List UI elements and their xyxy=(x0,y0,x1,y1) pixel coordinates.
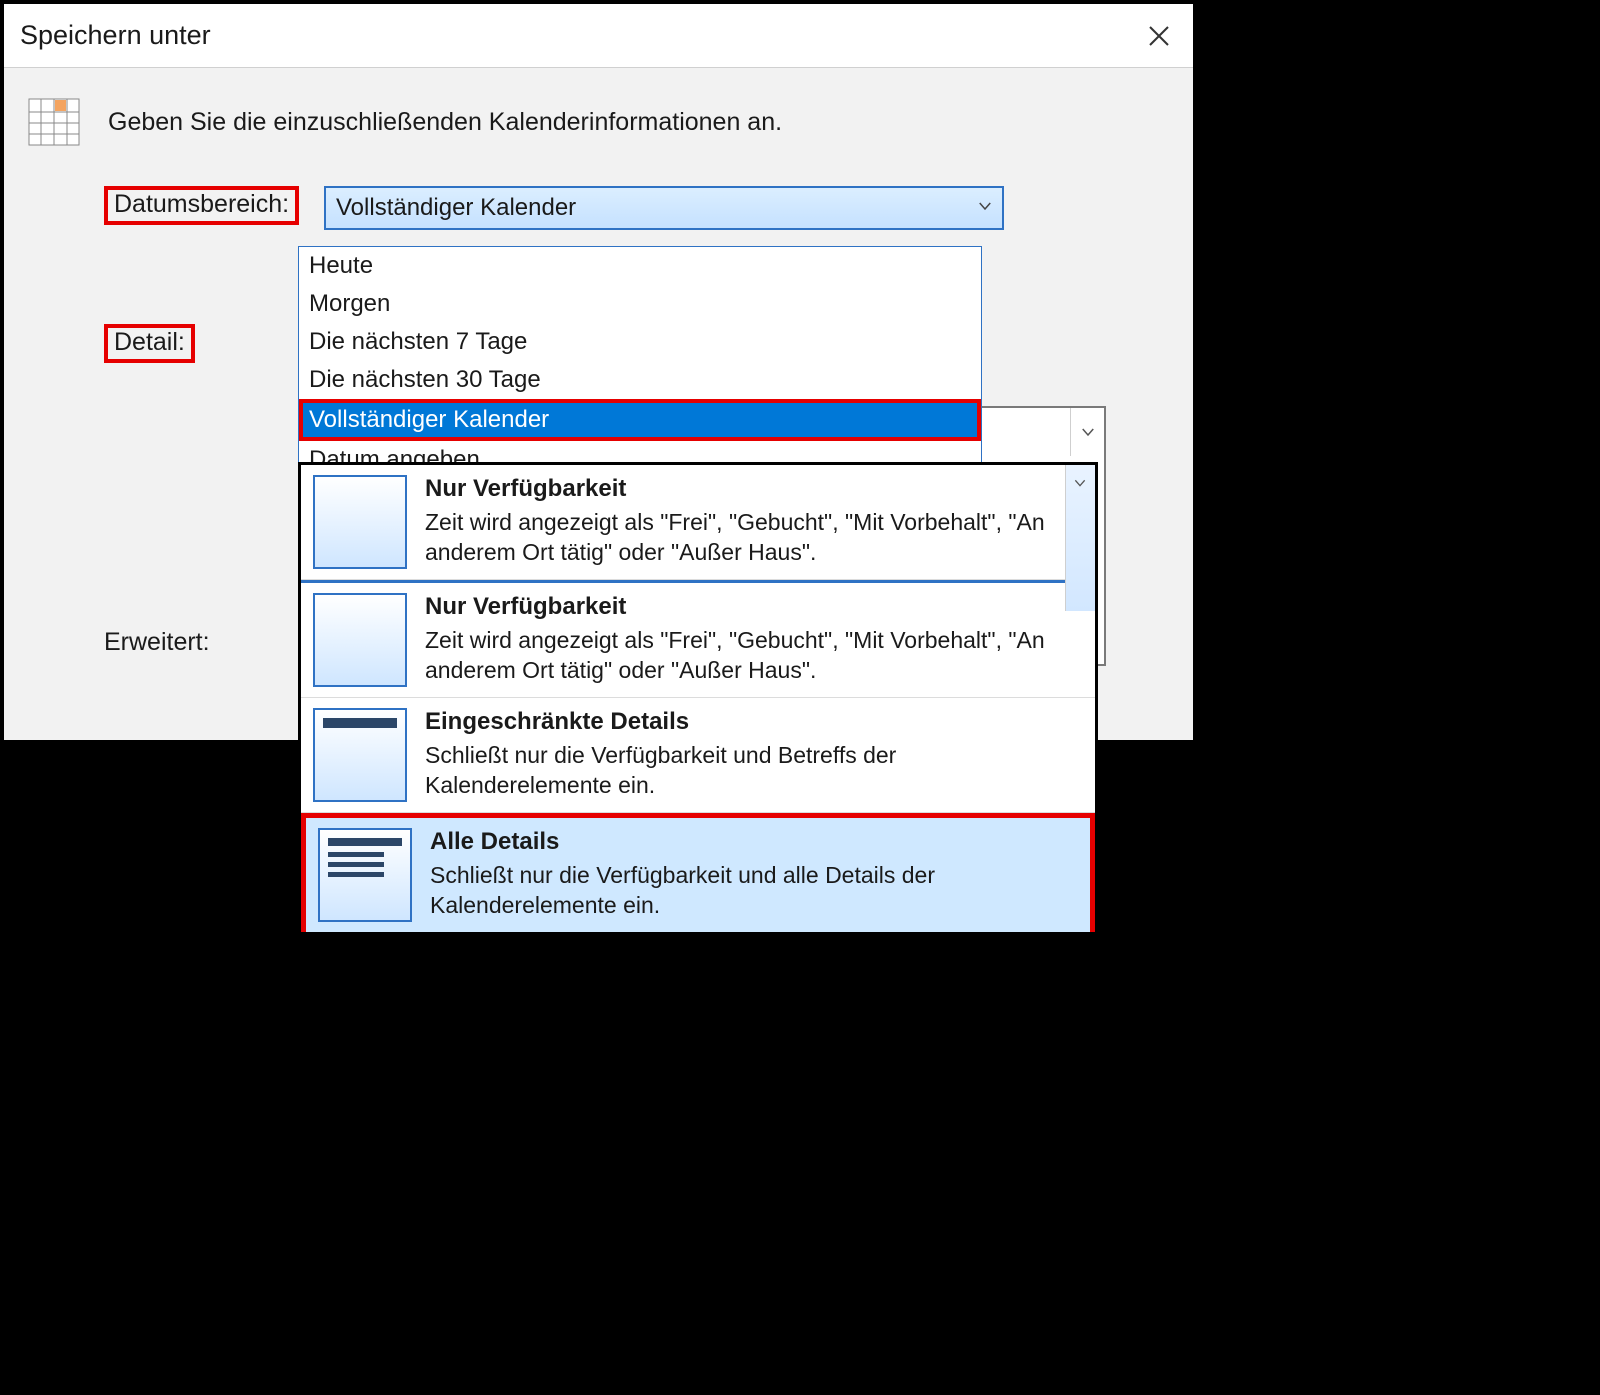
instruction-text: Geben Sie die einzuschließenden Kalender… xyxy=(108,108,782,137)
detail-option-title: Nur Verfügbarkeit xyxy=(425,593,1083,621)
date-range-option-selected[interactable]: Vollständiger Kalender xyxy=(299,399,981,441)
detail-option-list: Nur Verfügbarkeit Zeit wird angezeigt al… xyxy=(298,462,1098,935)
detail-option-limited[interactable]: Eingeschränkte Details Schließt nur die … xyxy=(301,698,1095,813)
detail-option-title: Alle Details xyxy=(430,828,1078,856)
close-button[interactable] xyxy=(1141,18,1177,54)
date-range-selected: Vollständiger Kalender xyxy=(336,194,576,222)
calendar-icon xyxy=(28,98,80,146)
advanced-label: Erweitert: xyxy=(104,628,210,657)
date-range-combo[interactable]: Vollständiger Kalender xyxy=(324,186,1004,230)
detail-option-desc: Schließt nur die Verfügbarkeit und alle … xyxy=(430,860,1078,920)
date-range-option[interactable]: Die nächsten 7 Tage xyxy=(299,323,981,361)
date-range-option[interactable]: Morgen xyxy=(299,285,981,323)
chevron-down-icon xyxy=(976,194,994,222)
date-range-listbox[interactable]: Heute Morgen Die nächsten 7 Tage Die näc… xyxy=(298,246,982,480)
detail-option-all-details[interactable]: Alle Details Schließt nur die Verfügbark… xyxy=(301,813,1095,932)
date-range-option[interactable]: Die nächsten 30 Tage xyxy=(299,361,981,399)
chevron-down-icon[interactable] xyxy=(1065,465,1095,501)
availability-icon xyxy=(313,593,407,687)
close-icon xyxy=(1147,24,1171,48)
detail-option-availability[interactable]: Nur Verfügbarkeit Zeit wird angezeigt al… xyxy=(301,583,1095,698)
detail-option-desc: Zeit wird angezeigt als "Frei", "Gebucht… xyxy=(425,625,1083,685)
dialog-title: Speichern unter xyxy=(20,20,211,51)
all-details-icon xyxy=(318,828,412,922)
detail-option-title: Eingeschränkte Details xyxy=(425,708,1083,736)
date-range-label: Datumsbereich: xyxy=(104,186,299,225)
availability-icon xyxy=(313,475,407,569)
detail-option-availability[interactable]: Nur Verfügbarkeit Zeit wird angezeigt al… xyxy=(301,465,1095,580)
detail-option-title: Nur Verfügbarkeit xyxy=(425,475,1055,503)
detail-option-desc: Zeit wird angezeigt als "Frei", "Gebucht… xyxy=(425,507,1055,567)
titlebar: Speichern unter xyxy=(4,4,1193,68)
chevron-down-icon xyxy=(1079,423,1097,441)
date-range-option[interactable]: Heute xyxy=(299,247,981,285)
detail-label: Detail: xyxy=(104,324,195,363)
detail-combo-chevron[interactable] xyxy=(1070,408,1104,456)
limited-details-icon xyxy=(313,708,407,802)
detail-scrollbar[interactable] xyxy=(1065,465,1095,611)
detail-option-desc: Schließt nur die Verfügbarkeit und Betre… xyxy=(425,740,1083,800)
